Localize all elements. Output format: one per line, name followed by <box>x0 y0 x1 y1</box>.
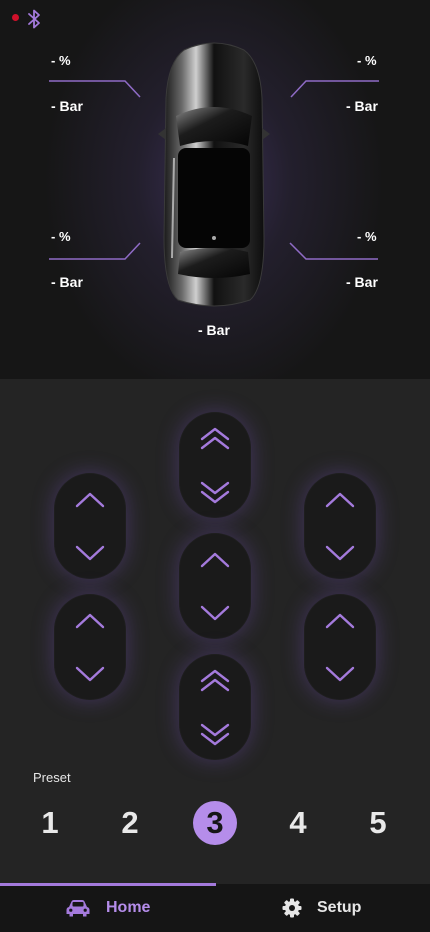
front-left-control <box>54 473 126 579</box>
all-lower-button[interactable] <box>179 586 251 639</box>
car-top-view-image <box>158 42 270 307</box>
chevron-up-icon <box>200 552 230 567</box>
rear-left-control <box>54 594 126 700</box>
chevron-up-icon <box>75 492 105 507</box>
rear-axle-raise-button[interactable] <box>179 654 251 707</box>
rear-left-lower-button[interactable] <box>54 647 126 700</box>
vehicle-status-panel: - % - Bar - % - Bar - % - Bar - % - Bar … <box>0 0 430 379</box>
connection-status-dot <box>12 14 19 21</box>
double-chevron-up-icon <box>200 669 230 691</box>
front-axle-control <box>179 412 251 518</box>
tab-home-label: Home <box>106 899 151 916</box>
rear-left-leader-line <box>49 242 141 260</box>
chevron-down-icon <box>75 666 105 681</box>
double-chevron-down-icon <box>200 481 230 503</box>
rear-left-percent: - % <box>51 229 71 244</box>
front-right-lower-button[interactable] <box>304 526 376 579</box>
chevron-up-icon <box>325 492 355 507</box>
front-left-lower-button[interactable] <box>54 526 126 579</box>
rear-right-lower-button[interactable] <box>304 647 376 700</box>
rear-right-control <box>304 594 376 700</box>
double-chevron-up-icon <box>200 427 230 449</box>
chevron-down-icon <box>75 545 105 560</box>
front-right-pressure: - Bar <box>346 98 378 114</box>
chevron-down-icon <box>200 605 230 620</box>
all-raise-button[interactable] <box>179 533 251 586</box>
rear-right-percent: - % <box>357 229 377 244</box>
tank-pressure: - Bar <box>198 322 230 338</box>
front-left-percent: - % <box>51 53 71 68</box>
tab-setup-label: Setup <box>317 899 362 916</box>
rear-left-raise-button[interactable] <box>54 594 126 647</box>
chevron-down-icon <box>325 545 355 560</box>
front-right-percent: - % <box>357 53 377 68</box>
tab-setup[interactable]: Setup <box>282 884 361 932</box>
bluetooth-icon <box>28 9 40 29</box>
tab-home[interactable]: Home <box>65 884 150 932</box>
front-right-leader-line <box>290 80 379 98</box>
front-axle-raise-button[interactable] <box>179 412 251 465</box>
preset-5-button[interactable]: 5 <box>356 801 400 845</box>
front-left-raise-button[interactable] <box>54 473 126 526</box>
car-icon <box>66 900 90 917</box>
front-right-raise-button[interactable] <box>304 473 376 526</box>
bottom-navigation: Home Setup <box>0 883 430 932</box>
gear-icon <box>282 898 302 918</box>
chevron-up-icon <box>325 613 355 628</box>
rear-right-leader-line <box>289 242 378 260</box>
chevron-up-icon <box>75 613 105 628</box>
preset-3-button[interactable]: 3 <box>193 801 237 845</box>
rear-axle-control <box>179 654 251 760</box>
preset-1-button[interactable]: 1 <box>28 801 72 845</box>
double-chevron-down-icon <box>200 723 230 745</box>
preset-label: Preset <box>33 770 71 785</box>
front-right-control <box>304 473 376 579</box>
rear-right-raise-button[interactable] <box>304 594 376 647</box>
preset-4-button[interactable]: 4 <box>276 801 320 845</box>
rear-axle-lower-button[interactable] <box>179 707 251 760</box>
rear-right-pressure: - Bar <box>346 274 378 290</box>
rear-left-pressure: - Bar <box>51 274 83 290</box>
front-left-leader-line <box>49 80 141 98</box>
chevron-down-icon <box>325 666 355 681</box>
all-corners-control <box>179 533 251 639</box>
preset-2-button[interactable]: 2 <box>108 801 152 845</box>
front-left-pressure: - Bar <box>51 98 83 114</box>
front-axle-lower-button[interactable] <box>179 465 251 518</box>
